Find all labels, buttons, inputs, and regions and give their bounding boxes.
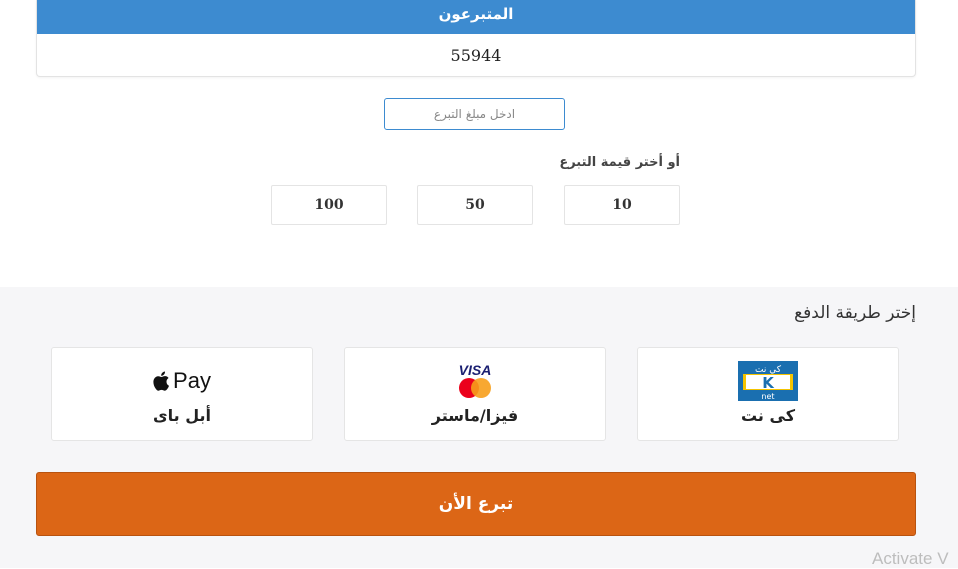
knet-label: كى نت xyxy=(740,406,795,425)
donation-amount-input[interactable] xyxy=(384,98,565,130)
amount-option-100[interactable]: 100 xyxy=(271,185,387,225)
payment-option-apple-pay[interactable]: Pay أبل باى xyxy=(51,347,313,441)
svg-text:K: K xyxy=(762,374,775,392)
apple-pay-text: Pay xyxy=(173,368,211,393)
amount-option-50[interactable]: 50 xyxy=(417,185,533,225)
amount-option-10[interactable]: 10 xyxy=(564,185,680,225)
donors-card: المتبرعون 55944 xyxy=(36,0,916,77)
activate-windows-text: Activate V xyxy=(872,549,949,568)
payment-section: إختر طريقة الدفع كي نت K net كى نت VISA … xyxy=(0,287,958,568)
donate-now-button[interactable]: تبرع الأن xyxy=(36,472,916,536)
knet-logo-icon: كي نت K net xyxy=(638,361,898,401)
choose-amount-label: أو أختر قيمة التبرع xyxy=(559,155,680,170)
visa-mastercard-logo-icon: VISA xyxy=(345,361,605,401)
apple-icon xyxy=(153,371,170,391)
payment-option-knet[interactable]: كي نت K net كى نت xyxy=(637,347,899,441)
visa-mastercard-label: فيزا/ماستر xyxy=(431,406,519,425)
payment-option-visa-mastercard[interactable]: VISA فيزا/ماستر xyxy=(344,347,606,441)
visa-text: VISA xyxy=(458,362,492,378)
apple-pay-logo-icon: Pay xyxy=(153,368,211,394)
donors-title: المتبرعون xyxy=(37,0,915,34)
donors-count: 55944 xyxy=(450,46,502,65)
payment-method-title: إختر طريقة الدفع xyxy=(794,303,916,323)
apple-pay-label: أبل باى xyxy=(152,406,212,425)
svg-text:net: net xyxy=(761,392,774,401)
